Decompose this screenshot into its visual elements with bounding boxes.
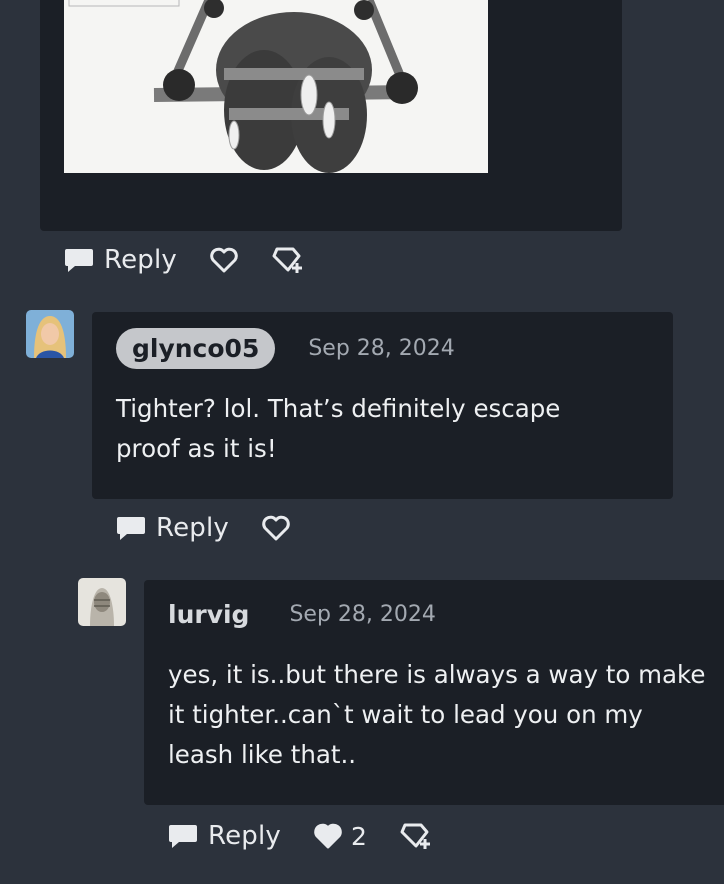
reply-label: Reply	[104, 245, 178, 275]
reply-button[interactable]: Reply	[168, 821, 281, 851]
gift-icon[interactable]	[271, 245, 305, 275]
comment-body-line: yes, it is..but there is always a way to…	[168, 660, 706, 689]
comment-card: lurvig Sep 28, 2024 yes, it is..but ther…	[144, 580, 724, 805]
reply-button[interactable]: Reply	[116, 513, 229, 543]
username-link[interactable]: lurvig	[168, 600, 249, 629]
heart-icon	[313, 822, 343, 850]
reply-label: Reply	[208, 821, 282, 851]
reply-button[interactable]: Reply	[64, 245, 177, 275]
comment-actions: Reply	[116, 508, 291, 548]
avatar[interactable]	[78, 578, 126, 626]
comment-card: glynco05 Sep 28, 2024 Tighter? lol. That…	[92, 312, 673, 499]
avatar[interactable]	[26, 310, 74, 358]
comment-actions: Reply 2	[168, 816, 433, 856]
reply-label: Reply	[156, 513, 230, 543]
gift-icon[interactable]	[399, 821, 433, 851]
heart-icon[interactable]	[209, 246, 239, 274]
heart-icon[interactable]	[261, 514, 291, 542]
comment-body-line: proof as it is!	[116, 434, 277, 463]
comment-date: Sep 28, 2024	[289, 602, 436, 627]
comment-body-line: leash like that..	[168, 740, 357, 769]
speech-bubble-icon	[116, 514, 146, 542]
post-image[interactable]	[64, 0, 488, 173]
like-button[interactable]: 2	[313, 822, 367, 851]
comment-body: Tighter? lol. That’s definitely escape p…	[116, 389, 560, 469]
speech-bubble-icon	[64, 246, 94, 274]
comment-body-line: Tighter? lol. That’s definitely escape	[116, 394, 561, 423]
comment-date: Sep 28, 2024	[308, 336, 455, 361]
like-count: 2	[351, 821, 367, 851]
speech-bubble-icon	[168, 822, 198, 850]
comment-body: yes, it is..but there is always a way to…	[168, 655, 705, 775]
post-actions: Reply	[64, 240, 305, 280]
username-badge[interactable]: glynco05	[116, 328, 276, 369]
comment-body-line: it tighter..can`t wait to lead you on my	[168, 700, 643, 729]
